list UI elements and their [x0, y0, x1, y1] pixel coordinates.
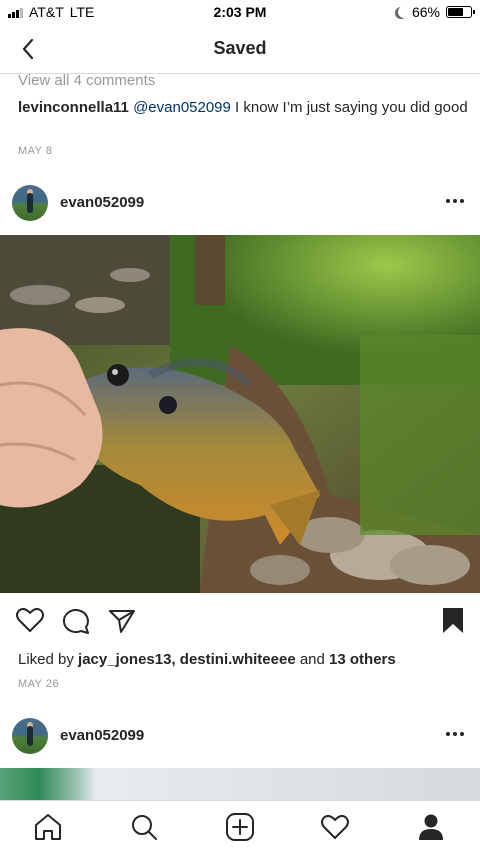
battery-percent: 66% [411, 4, 440, 20]
tab-new-post[interactable] [224, 811, 256, 843]
post-photo[interactable] [0, 235, 480, 593]
profile-icon [419, 814, 443, 840]
status-right: 66% [394, 4, 475, 20]
heart-icon [16, 607, 44, 632]
comment-username[interactable]: levinconnella11 [18, 99, 129, 116]
comment-text: I know I’m just saying you did good [230, 99, 468, 116]
share-button[interactable] [106, 604, 138, 636]
tab-activity[interactable] [319, 811, 351, 843]
likes-prefix: Liked by [18, 651, 79, 668]
likes-others[interactable]: 13 others [329, 651, 396, 668]
battery-icon [446, 6, 475, 18]
comment-mention[interactable]: @evan052099 [133, 99, 231, 116]
tab-profile[interactable] [415, 811, 447, 843]
save-button[interactable] [437, 604, 469, 636]
liked-by-user-2[interactable]: destini.whiteeee [180, 651, 296, 668]
bookmark-filled-icon [443, 608, 463, 633]
send-icon [109, 610, 135, 633]
tab-home[interactable] [32, 811, 64, 843]
nav-header: Saved [0, 24, 480, 74]
search-icon [132, 815, 157, 840]
do-not-disturb-icon [398, 6, 410, 18]
post-username[interactable]: evan052099 [60, 194, 144, 211]
tab-search[interactable] [128, 811, 160, 843]
bottom-tab-bar [0, 800, 480, 852]
avatar[interactable] [12, 718, 48, 754]
comment-button[interactable] [60, 604, 92, 636]
add-icon [226, 813, 254, 841]
likes-middle: and [295, 651, 330, 668]
more-options-icon[interactable] [446, 732, 464, 736]
likes-line: Liked by jacy_jones13, destini.whiteeee … [18, 651, 396, 668]
page-title: Saved [213, 38, 267, 58]
next-post-photo[interactable] [0, 768, 480, 800]
status-bar: AT&T LTE 2:03 PM 66% [0, 0, 480, 24]
post-date: MAY 26 [18, 678, 60, 690]
fish-photo-illustration [0, 235, 480, 593]
heart-icon [321, 814, 349, 839]
more-options-icon[interactable] [446, 199, 464, 203]
liked-by-user-1[interactable]: jacy_jones13 [78, 651, 171, 668]
home-icon [35, 814, 61, 840]
comment: levinconnella11 @evan052099 I know I’m j… [18, 98, 468, 118]
like-button[interactable] [14, 604, 46, 636]
post-header: evan052099 [0, 718, 480, 772]
post-header: evan052099 [0, 185, 480, 239]
likes-separator: , [171, 651, 180, 668]
comment-icon [62, 609, 89, 634]
avatar[interactable] [12, 185, 48, 221]
view-all-comments-link[interactable]: View all 4 comments [18, 72, 155, 89]
post-date: MAY 8 [18, 145, 53, 157]
post-username[interactable]: evan052099 [60, 727, 144, 744]
post-actions [0, 604, 480, 640]
